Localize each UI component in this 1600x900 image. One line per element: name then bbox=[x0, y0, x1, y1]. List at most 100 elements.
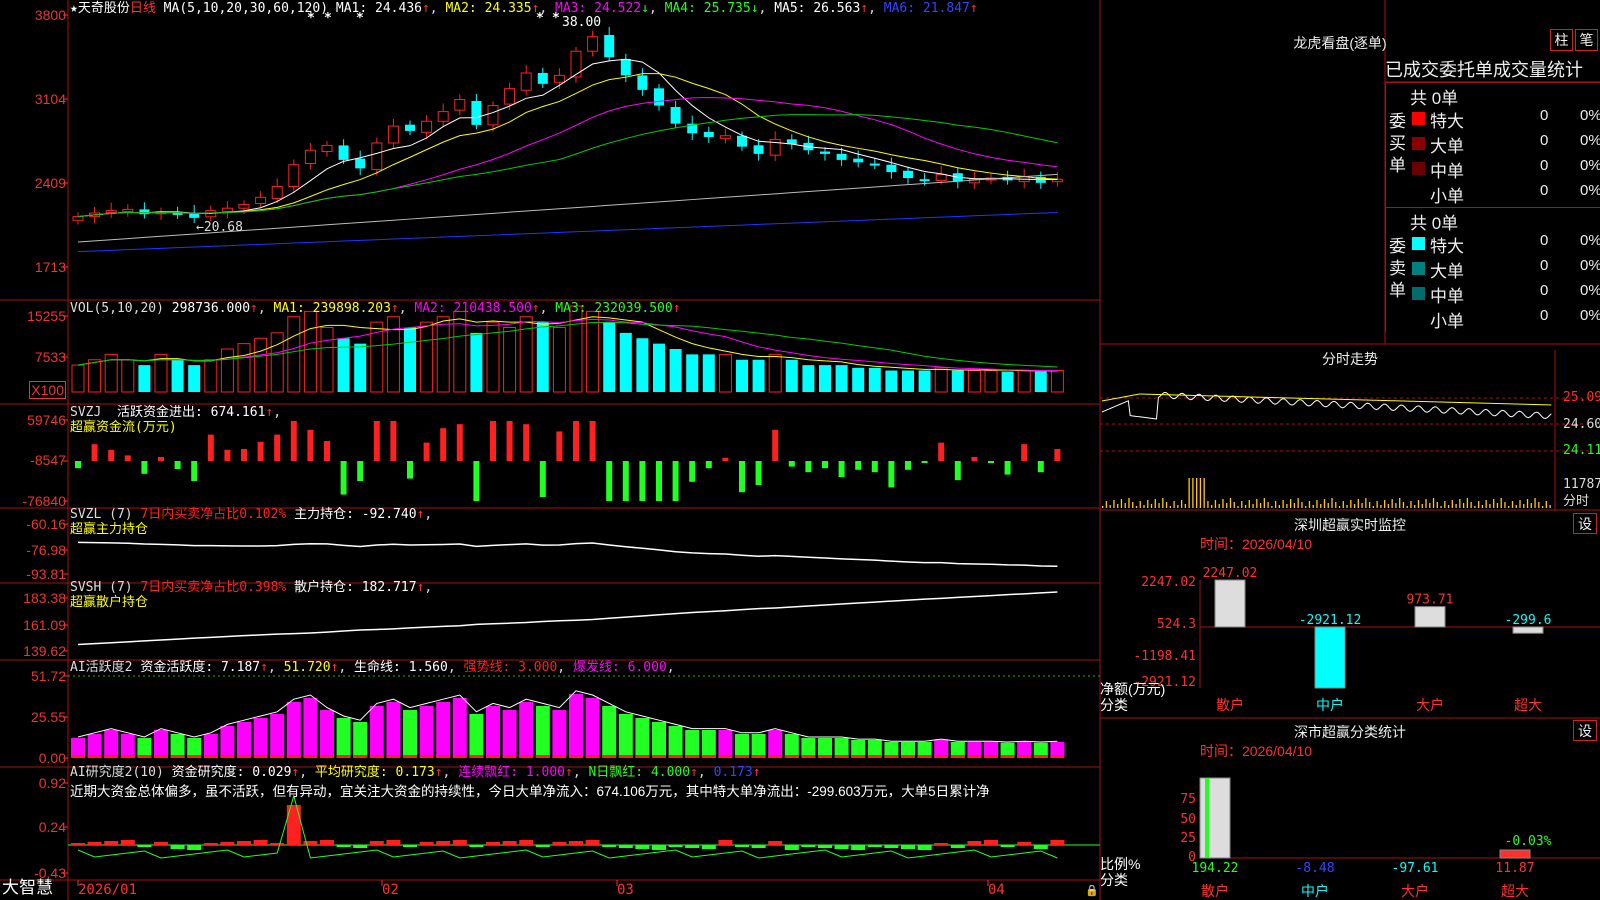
activity-bar bbox=[618, 755, 633, 758]
candle-body bbox=[105, 210, 117, 214]
candle-body bbox=[604, 34, 615, 58]
fund-flow-bar bbox=[1054, 449, 1061, 461]
fund-flow-bar bbox=[473, 461, 480, 501]
ai-header: AI活跃度2 资金活跃度: 7.187↑, 51.720↑, 生命线: 1.56… bbox=[70, 660, 675, 675]
intraday-volume-bar bbox=[1282, 500, 1284, 508]
research-bar bbox=[386, 840, 401, 845]
vol-title[interactable]: VOL(5,10,20) bbox=[70, 301, 164, 316]
classify-settings-button[interactable]: 设 bbox=[1573, 720, 1597, 741]
svzl-subtitle: 超赢主力持仓 bbox=[70, 522, 149, 537]
tab-bar[interactable]: 柱 bbox=[1550, 29, 1573, 51]
intraday-volume-bar bbox=[1500, 498, 1502, 508]
activity-bar bbox=[884, 755, 899, 758]
monitor-settings-button[interactable]: 设 bbox=[1573, 513, 1597, 534]
activity-bar bbox=[984, 755, 998, 758]
fund-flow-bar bbox=[407, 461, 413, 479]
research-bar bbox=[170, 845, 185, 849]
volume-bar bbox=[503, 327, 517, 393]
svsh-axis-label: 139.62 bbox=[23, 643, 66, 659]
classify-category-label: 散户 bbox=[1201, 883, 1229, 899]
research-bar bbox=[203, 843, 218, 845]
volume-bar bbox=[71, 364, 85, 393]
classify-category-label: 超大 bbox=[1501, 883, 1529, 899]
candle-body bbox=[886, 164, 897, 172]
period-label[interactable]: 日线 bbox=[130, 1, 156, 16]
classify-category-label: 中户 bbox=[1301, 883, 1329, 899]
research-bar bbox=[635, 845, 650, 849]
fund-flow-bar bbox=[1021, 444, 1028, 461]
research-bar bbox=[253, 840, 268, 845]
intraday-volume-bar bbox=[1515, 505, 1517, 508]
classify-axis-label: 25 bbox=[1180, 831, 1196, 846]
color-swatch bbox=[1412, 262, 1425, 275]
candle-body bbox=[670, 107, 681, 124]
intraday-volume-bar bbox=[1117, 504, 1119, 508]
intraday-volume-bar bbox=[1538, 502, 1540, 508]
vol-ma3: MA3: 232039.500 bbox=[555, 301, 673, 316]
activity-bar bbox=[751, 755, 766, 758]
buy-row: 小单 0 0% bbox=[1386, 182, 1600, 206]
ai2-axis-label: 0.24 bbox=[38, 819, 66, 835]
intraday-volume-bar bbox=[1429, 503, 1431, 508]
svzj-axis-label: -76840 bbox=[22, 493, 66, 509]
monitor-category-label: 散户 bbox=[1216, 697, 1244, 713]
volume-bar bbox=[536, 322, 549, 392]
intraday-volume-bar bbox=[1124, 503, 1126, 508]
stock-name[interactable]: ★天奇股份 bbox=[70, 1, 130, 16]
candle-body bbox=[487, 105, 499, 126]
ai2-title[interactable]: AI研究度2(10) bbox=[70, 765, 164, 780]
candle-body bbox=[654, 88, 664, 106]
volume-bar bbox=[354, 343, 367, 392]
research-bar bbox=[668, 845, 683, 847]
intraday-volume-bar bbox=[1147, 500, 1149, 508]
fund-flow-bar bbox=[124, 455, 131, 461]
intraday-volume-bar bbox=[1263, 498, 1265, 508]
candle-body bbox=[72, 216, 84, 221]
volume-bar bbox=[918, 370, 931, 392]
intraday-volume-bar bbox=[1508, 506, 1510, 508]
brand-logo[interactable]: 大智慧 bbox=[2, 879, 53, 896]
intraday-volume-bar bbox=[1451, 500, 1453, 508]
intraday-volume-bar bbox=[1395, 503, 1397, 508]
fund-flow-bar bbox=[523, 424, 530, 461]
intraday-volume-bar bbox=[1331, 498, 1333, 508]
intraday-volume-bar bbox=[1109, 505, 1111, 508]
svsh-title[interactable]: SVSH (7) bbox=[70, 580, 133, 595]
intraday-volume-bar bbox=[1421, 504, 1423, 508]
svzl-title[interactable]: SVZL (7) bbox=[70, 507, 133, 522]
intraday-volume-bar bbox=[1233, 502, 1235, 508]
ai-strong-line: 强势线: 3.000 bbox=[463, 660, 558, 675]
ai-axis-label: 25.55 bbox=[30, 709, 66, 725]
volume-bar bbox=[436, 316, 450, 393]
intraday-volume-bar bbox=[1440, 506, 1442, 508]
activity-bar bbox=[768, 755, 783, 758]
activity-bar bbox=[585, 698, 600, 758]
ai-burst-line: 爆发线: 6.000 bbox=[572, 660, 667, 675]
intraday-volume-bar bbox=[1222, 499, 1224, 508]
vol-unit-button[interactable]: X100 bbox=[29, 381, 66, 399]
intraday-volume-bar bbox=[1150, 504, 1153, 508]
intraday-volume-bar bbox=[1489, 504, 1491, 508]
intraday-volume-bar bbox=[1335, 502, 1337, 508]
ai-title[interactable]: AI活跃度2 bbox=[70, 660, 132, 675]
svzj-title[interactable]: SVZJ bbox=[70, 405, 101, 420]
activity-bar bbox=[502, 710, 517, 758]
candle-body bbox=[520, 72, 532, 91]
intraday-volume-bar bbox=[1387, 504, 1390, 508]
activity-bar bbox=[336, 755, 351, 758]
candle-body bbox=[703, 131, 714, 137]
buy-row: 特大 0 0% bbox=[1386, 107, 1600, 131]
fund-flow-bar bbox=[158, 457, 164, 461]
volume-bar bbox=[718, 353, 732, 393]
lock-icon[interactable]: 🔒 bbox=[1085, 883, 1099, 898]
intraday-volume-bar bbox=[1368, 502, 1371, 508]
fund-flow-bar bbox=[705, 461, 712, 469]
volume-bar bbox=[785, 359, 798, 392]
intraday-volume-bar bbox=[1523, 504, 1525, 508]
svsh-axis-label: 183.38 bbox=[23, 590, 66, 606]
intraday-volume-bar bbox=[1455, 504, 1457, 508]
buy-total: 共 0单 bbox=[1410, 89, 1459, 108]
intraday-volume-bar bbox=[1372, 506, 1375, 508]
tab-tick[interactable]: 笔 bbox=[1575, 29, 1598, 51]
intraday-volume-bar bbox=[1414, 505, 1416, 508]
